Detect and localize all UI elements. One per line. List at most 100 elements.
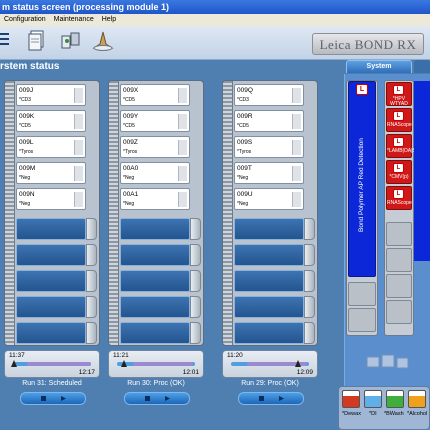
bulk-label: *Alcohol [407,411,428,417]
run-status-3: Run 29: Proc (OK) [241,380,299,387]
bulk-label: *BWash [384,411,404,417]
slide-setup-icon[interactable] [92,30,114,52]
stop-icon[interactable] [41,396,46,401]
slide-id: 009Q [237,87,253,94]
menu-maintenance[interactable]: Maintenance [54,16,94,23]
dewax-bottle[interactable] [342,390,360,408]
empty-reagent-slot[interactable] [348,282,376,306]
run-controls-2[interactable] [124,392,190,405]
empty-slot[interactable] [16,322,86,344]
slide[interactable]: 009Y *CD5 [120,110,190,132]
empty-reagent-slot[interactable] [386,222,412,246]
di-bottle[interactable] [364,390,382,408]
leica-logo-icon: L [393,137,404,147]
empty-slot[interactable] [234,244,304,266]
empty-slot[interactable] [120,322,190,344]
timeline-progress [27,362,91,366]
slide-marker: *CD5 [237,123,249,129]
alcohol-bottle[interactable] [408,390,426,408]
stop-icon[interactable] [145,396,150,401]
menu-help[interactable]: Help [102,16,116,23]
run-status-1: Run 31: Scheduled [22,380,82,387]
slide[interactable]: 009Z *Tyros [120,136,190,158]
run-status-2: Run 30: Proc (OK) [127,380,185,387]
slide[interactable]: 009R *CD5 [234,110,304,132]
slide-label [292,88,301,103]
slide[interactable]: 009L *Tyros [16,136,86,158]
slide[interactable]: 009U *Neg [234,188,304,210]
slide[interactable]: 009X *CD5 [120,84,190,106]
play-icon[interactable] [279,396,284,401]
slide[interactable]: 009T *Neg [234,162,304,184]
tab-system[interactable]: System [346,60,412,73]
menu-configuration[interactable]: Configuration [4,16,46,23]
empty-slot[interactable] [16,218,86,240]
slide[interactable]: 009K *CD5 [16,110,86,132]
play-icon[interactable] [165,396,170,401]
slide-id: 009K [19,113,35,120]
section-title: rstem status [0,61,60,72]
protocol-icon[interactable] [28,30,46,52]
slide-label [292,192,301,207]
start-time: 11:21 [113,352,129,359]
stop-icon[interactable] [259,396,264,401]
empty-slot[interactable] [120,270,190,292]
empty-slot[interactable] [120,218,190,240]
empty-slot[interactable] [234,322,304,344]
slide-id: 00A0 [123,165,139,172]
slide-marker: *Neg [123,201,135,207]
reagent-vial[interactable]: L *HPV WTYAD [386,82,412,107]
play-icon[interactable] [61,396,66,401]
vial-label: RNAScope [387,200,412,206]
slide[interactable]: 009M *Neg [16,162,86,184]
slot-clip [86,322,97,344]
reagent-tray-3[interactable] [414,81,430,261]
menu-bar: Configuration Maintenance Help [0,14,430,26]
empty-slot[interactable] [120,296,190,318]
slide-marker: *CD5 [19,123,31,129]
slide-label [178,192,187,207]
empty-reagent-slot[interactable] [386,248,412,272]
run-controls-3[interactable] [238,392,304,405]
leica-bond-logo: Leica BOND RX [312,33,424,55]
slide[interactable]: 009S *Tyros [234,136,304,158]
slide[interactable]: 009N *Neg [16,188,86,210]
empty-slot[interactable] [16,244,86,266]
empty-slot[interactable] [16,270,86,292]
vial-label: RNAScope [387,122,412,128]
empty-slot[interactable] [234,218,304,240]
run-controls-1[interactable] [20,392,86,405]
empty-slot[interactable] [120,244,190,266]
slide[interactable]: 00A0 *Neg [120,162,190,184]
tab-next[interactable] [414,60,430,73]
slide-marker: *Tyros [237,149,252,155]
status-icon[interactable] [0,32,10,48]
empty-reagent-slot[interactable] [386,274,412,298]
slide-label [178,166,187,181]
window-title: m status screen (processing module 1) [0,0,430,14]
reagent-vial[interactable]: L RNAScope [386,186,412,210]
slide[interactable]: 00A1 *Neg [120,188,190,210]
vial-label: *LAMB|OA|S [387,148,416,154]
empty-reagent-slot[interactable] [386,300,412,324]
leica-logo-icon: L [393,163,404,173]
slot-clip [190,270,201,292]
slot-clip [190,218,201,240]
empty-reagent-slot[interactable] [348,308,376,332]
slide-id: 009J [19,87,34,94]
reagent-icon[interactable] [60,30,82,52]
leica-logo-icon: L [356,84,368,95]
reagent-vial[interactable]: L *LAMB|OA|S [386,134,416,158]
reagent-vial[interactable]: L RNAScope [386,108,412,132]
empty-slot[interactable] [234,270,304,292]
slide[interactable]: 009J *CD3 [16,84,86,106]
slide[interactable]: 009Q *CD3 [234,84,304,106]
reagent-vial[interactable]: L *CMV(p) [386,160,412,184]
slide-id: 009T [237,165,252,172]
empty-slot[interactable] [234,296,304,318]
slide-id: 009N [19,191,35,198]
bwash-bottle[interactable] [386,390,404,408]
empty-slot[interactable] [16,296,86,318]
end-time: 12:09 [296,369,313,376]
slide-label [74,192,83,207]
